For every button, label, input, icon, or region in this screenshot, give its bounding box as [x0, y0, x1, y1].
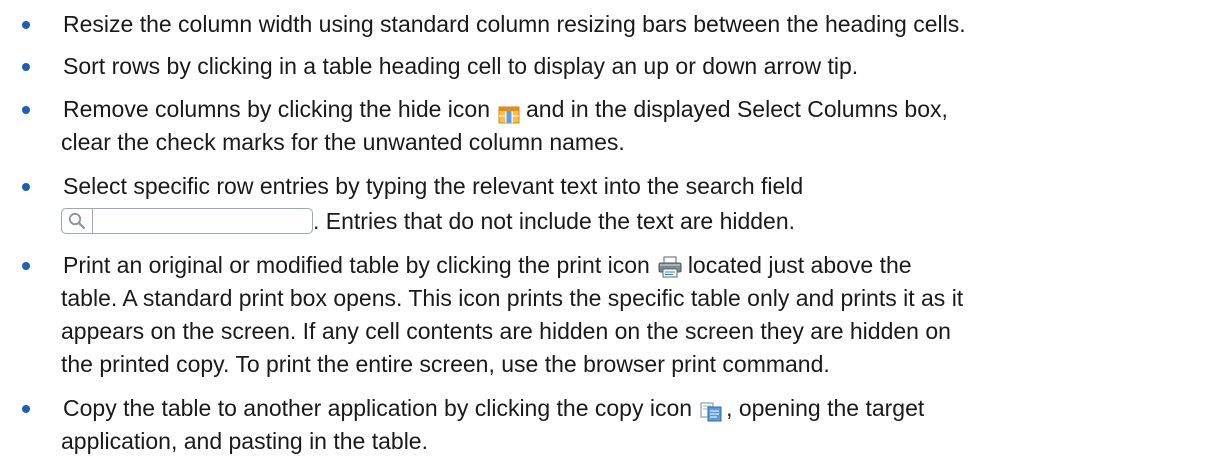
bullet-icon: [22, 405, 30, 413]
list-item-text: . Entries that do not include the text a…: [313, 208, 796, 234]
list-item-text: and in the displayed Select Columns box,: [525, 96, 948, 122]
list-item-text: appears on the screen. If any cell conte…: [61, 318, 951, 344]
list-item-line: Print an original or modified table by c…: [61, 249, 1206, 282]
printer-icon: [658, 254, 682, 278]
list-item-line: . Entries that do not include the text a…: [61, 205, 1206, 238]
bullet-icon: [22, 262, 30, 270]
list-item-line: Remove columns by clicking the hide icon…: [61, 93, 1206, 126]
list-item-text: Select specific row entries by typing th…: [63, 173, 804, 199]
search-field: [61, 207, 313, 234]
list-item-text: , opening the target: [726, 395, 925, 421]
list-item-text: table. A standard print box opens. This …: [61, 285, 964, 311]
list-item-text: Print an original or modified table by c…: [63, 252, 650, 278]
list-item-line: Copy the table to another application by…: [61, 392, 1206, 425]
copy-icon: [700, 398, 722, 422]
list-item-text: Remove columns by clicking the hide icon: [63, 96, 490, 122]
bullet-icon: [22, 106, 30, 114]
list-item-text: Copy the table to another application by…: [63, 395, 693, 421]
list-item-text: clear the check marks for the unwanted c…: [61, 129, 625, 155]
list-item-text: Resize the column width using standard c…: [63, 11, 966, 37]
hide-columns-icon: [498, 100, 520, 124]
list-item-text: Sort rows by clicking in a table heading…: [63, 53, 859, 79]
list-item-text: application, and pasting in the table.: [61, 428, 428, 454]
list-item-text: the printed copy. To print the entire sc…: [61, 351, 830, 377]
bullet-icon: [22, 63, 30, 71]
list-item-text: located just above the: [687, 252, 912, 278]
bullet-icon: [22, 21, 30, 29]
search-icon: [62, 208, 93, 233]
bullet-icon: [22, 183, 30, 191]
